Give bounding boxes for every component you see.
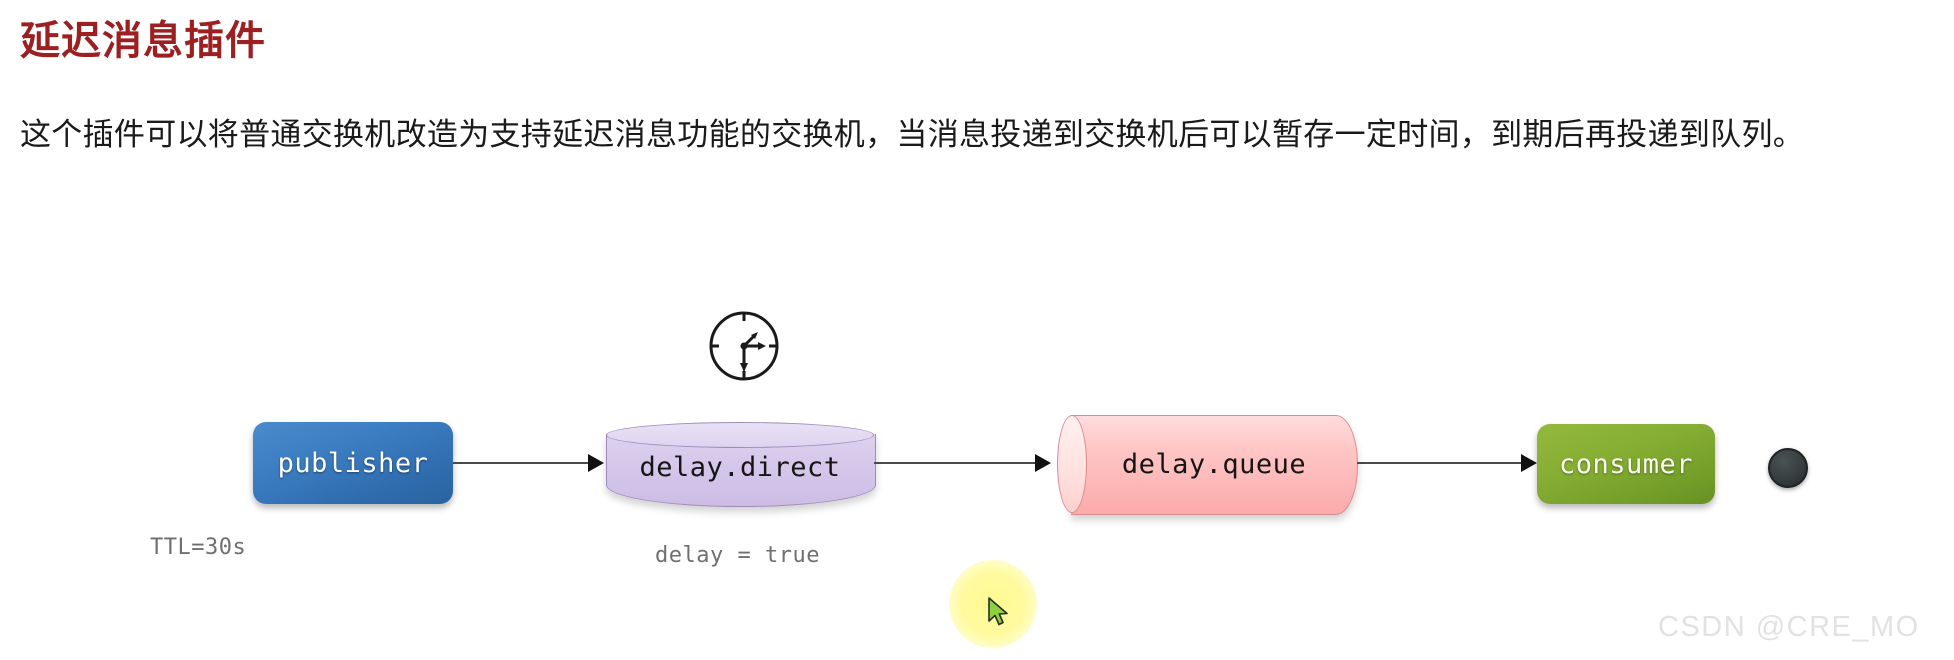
arrow-head-icon [588, 454, 604, 472]
clock-icon [706, 308, 782, 384]
node-consumer[interactable]: consumer [1537, 424, 1715, 504]
watermark: CSDN @CRE_MO [1658, 611, 1920, 643]
mouse-pointer-icon [988, 597, 1012, 629]
caption-ttl: TTL=30s [150, 535, 247, 560]
endpoint-dot-icon [1768, 448, 1808, 488]
node-delay-queue[interactable]: delay.queue [1057, 415, 1358, 515]
arrow-head-icon [1035, 454, 1051, 472]
node-delay-direct-label: delay.direct [639, 452, 841, 483]
arrow-publisher-to-exchange [453, 462, 588, 464]
caption-delay-flag: delay = true [655, 543, 820, 568]
node-delay-queue-label: delay.queue [1121, 449, 1307, 480]
arrow-queue-to-consumer [1357, 462, 1521, 464]
arrow-exchange-to-queue [874, 462, 1035, 464]
arrow-head-icon [1521, 454, 1537, 472]
page-title: 延迟消息插件 [20, 19, 266, 63]
cylinder-top-ellipse [606, 422, 874, 448]
body-paragraph: 这个插件可以将普通交换机改造为支持延迟消息功能的交换机，当消息投递到交换机后可以… [20, 117, 1805, 152]
node-consumer-label: consumer [1558, 448, 1694, 480]
node-publisher[interactable]: publisher [253, 422, 453, 504]
node-publisher-label: publisher [277, 447, 429, 479]
node-delay-direct-exchange[interactable]: delay.direct [606, 422, 876, 510]
